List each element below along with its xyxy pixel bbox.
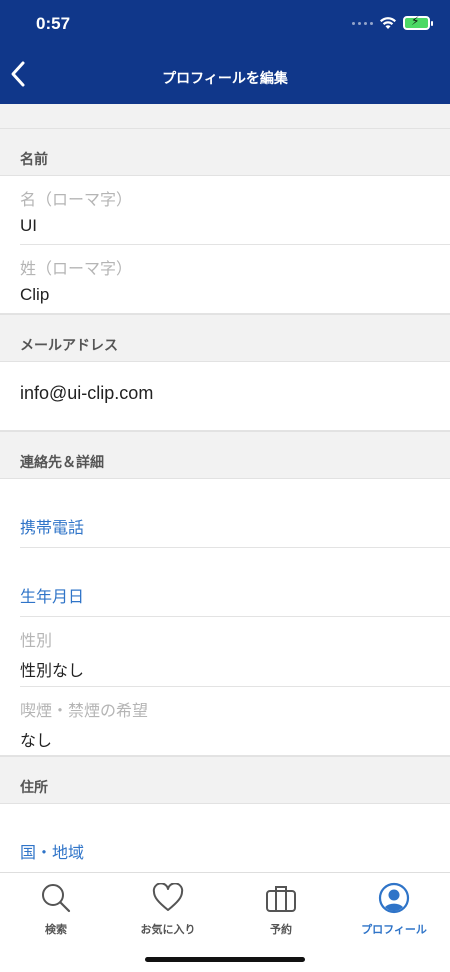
status-time: 0:57 <box>36 14 71 33</box>
suitcase-icon <box>266 886 296 912</box>
last-name-value[interactable]: Clip <box>20 285 450 305</box>
section-header-address: 住所 <box>0 756 450 804</box>
first-name-value[interactable]: UI <box>20 216 450 236</box>
country-region-field[interactable]: 国・地域 <box>0 804 450 874</box>
section-header-name: 名前 <box>0 128 450 176</box>
search-icon <box>42 884 71 913</box>
email-value[interactable]: info@ui-clip.com <box>20 383 450 404</box>
first-name-field[interactable]: 名（ローマ字） UI <box>0 176 450 245</box>
signal-icon <box>352 21 373 25</box>
gender-value[interactable]: 性別なし <box>20 657 450 681</box>
smoking-preference-value[interactable]: なし <box>20 727 450 751</box>
tab-bookings[interactable]: 予約 <box>225 881 337 937</box>
heart-icon <box>152 883 184 911</box>
birthday-link[interactable]: 生年月日 <box>20 583 450 607</box>
first-name-label: 名（ローマ字） <box>20 190 133 209</box>
profile-icon <box>378 882 410 914</box>
tab-profile[interactable]: プロフィール <box>338 881 450 937</box>
tab-search-label: 検索 <box>45 923 67 936</box>
gender-field[interactable]: 性別 性別なし <box>0 617 450 687</box>
last-name-label: 姓（ローマ字） <box>20 259 133 278</box>
email-field[interactable]: info@ui-clip.com <box>0 362 450 431</box>
page-title: プロフィールを編集 <box>162 71 288 87</box>
top-spacer <box>0 104 450 128</box>
nav-header: 0:57 ⚡ プロフィールを編集 <box>0 0 450 104</box>
tab-search[interactable]: 検索 <box>0 881 112 937</box>
profile-form: 名前 名（ローマ字） UI 姓（ローマ字） Clip メールアドレス info@… <box>0 104 450 874</box>
tab-bookings-label: 予約 <box>270 923 292 936</box>
mobile-phone-link[interactable]: 携帯電話 <box>20 514 450 538</box>
mobile-phone-field[interactable]: 携帯電話 <box>0 479 450 548</box>
smoking-preference-field[interactable]: 喫煙・禁煙の希望 なし <box>0 687 450 756</box>
wifi-icon <box>380 17 396 29</box>
country-region-link[interactable]: 国・地域 <box>20 839 450 863</box>
tab-profile-label: プロフィール <box>361 923 427 936</box>
section-header-contact: 連絡先＆詳細 <box>0 431 450 479</box>
tab-bar: 検索 お気に入り 予約 プロフィール <box>0 872 450 972</box>
home-indicator <box>145 957 305 962</box>
tab-favorites[interactable]: お気に入り <box>112 881 224 937</box>
gender-label: 性別 <box>20 631 53 650</box>
battery-icon: ⚡ <box>403 14 433 30</box>
smoking-preference-label: 喫煙・禁煙の希望 <box>20 701 149 720</box>
birthday-field[interactable]: 生年月日 <box>0 548 450 617</box>
tab-favorites-label: お気に入り <box>140 923 196 936</box>
last-name-field[interactable]: 姓（ローマ字） Clip <box>0 245 450 314</box>
section-header-email: メールアドレス <box>0 314 450 362</box>
status-icons: ⚡ <box>352 14 433 30</box>
